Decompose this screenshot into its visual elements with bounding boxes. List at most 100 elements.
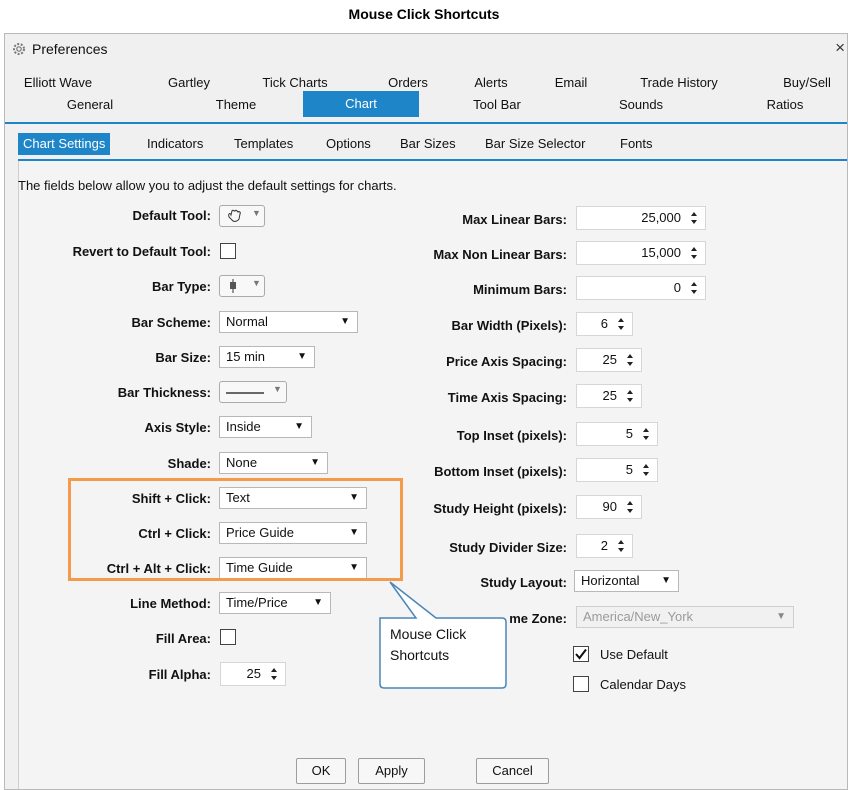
line-method-label: Line Method: [130,596,211,611]
spinner-arrows-icon[interactable] [689,279,699,297]
chevron-down-icon: ▼ [252,278,261,288]
cancel-button[interactable]: Cancel [476,758,549,784]
axis-style-select[interactable]: Inside ▼ [219,416,312,438]
ok-button[interactable]: OK [296,758,346,784]
use-default-label: Use Default [600,647,668,662]
max-linear-bars-value: 25,000 [641,210,681,225]
title-bar: Preferences × [5,34,847,64]
max-linear-bars-label: Max Linear Bars: [462,212,567,227]
max-non-linear-bars-spinner[interactable]: 15,000 [576,241,706,265]
window-title: Preferences [32,41,108,57]
study-divider-size-spinner[interactable]: 2 [576,534,633,558]
default-tool-select[interactable]: ▼ [219,205,265,227]
intro-text: The fields below allow you to adjust the… [18,178,397,193]
tab-ratios[interactable]: Ratios [753,95,817,115]
spinner-arrows-icon[interactable] [616,537,626,555]
max-non-linear-bars-value: 15,000 [641,245,681,260]
line-method-value: Time/Price [226,595,288,610]
page-caption: Mouse Click Shortcuts [348,6,500,22]
spinner-arrows-icon[interactable] [641,425,651,443]
tab-email[interactable]: Email [545,73,597,93]
subtab-options[interactable]: Options [321,133,376,155]
chevron-down-icon: ▼ [661,575,671,586]
tab-orders[interactable]: Orders [378,73,438,93]
spinner-arrows-icon[interactable] [269,665,279,683]
bar-size-select[interactable]: 15 min ▼ [219,346,315,368]
tab-tool-bar[interactable]: Tool Bar [459,95,535,115]
tab-gartley[interactable]: Gartley [160,73,218,93]
spinner-arrows-icon[interactable] [625,387,635,405]
bar-thickness-label: Bar Thickness: [117,385,211,400]
spinner-arrows-icon[interactable] [641,461,651,479]
top-inset-spinner[interactable]: 5 [576,422,658,446]
tab-trade-history[interactable]: Trade History [629,73,729,93]
chevron-down-icon: ▼ [340,316,350,327]
tab-sounds[interactable]: Sounds [608,95,674,115]
subtab-bar-sizes[interactable]: Bar Sizes [395,133,461,155]
fill-area-label: Fill Area: [155,631,211,646]
revert-default-tool-checkbox[interactable] [220,243,236,259]
use-default-checkbox[interactable] [573,646,589,662]
time-zone-select[interactable]: America/New_York ▼ [576,606,794,628]
bottom-inset-value: 5 [625,462,633,477]
spinner-arrows-icon[interactable] [625,351,635,369]
bar-size-label: Bar Size: [155,350,211,365]
spinner-arrows-icon[interactable] [689,209,699,227]
shade-select[interactable]: None ▼ [219,452,328,474]
callout-line-1: Mouse Click [390,626,467,642]
subtab-bar-size-selector[interactable]: Bar Size Selector [480,133,590,155]
minimum-bars-spinner[interactable]: 0 [576,276,706,300]
line-method-select[interactable]: Time/Price ▼ [219,592,331,614]
bar-width-spinner[interactable]: 6 [576,312,633,336]
bottom-inset-spinner[interactable]: 5 [576,458,658,482]
calendar-days-checkbox[interactable] [573,676,589,692]
subtab-templates[interactable]: Templates [229,133,298,155]
minimum-bars-value: 0 [673,280,681,295]
study-divider-size-value: 2 [600,538,608,553]
apply-button[interactable]: Apply [358,758,425,784]
bar-scheme-select[interactable]: Normal ▼ [219,311,358,333]
shade-label: Shade: [167,456,211,471]
bar-type-label: Bar Type: [152,279,211,294]
price-axis-spacing-label: Price Axis Spacing: [446,354,567,369]
study-layout-select[interactable]: Horizontal ▼ [574,570,679,592]
tab-general[interactable]: General [55,95,125,115]
axis-style-value: Inside [226,419,261,434]
fill-area-checkbox[interactable] [220,629,236,645]
spinner-arrows-icon[interactable] [689,244,699,262]
candlestick-icon [230,279,236,293]
subtab-indicators[interactable]: Indicators [142,133,208,155]
tab-tick-charts[interactable]: Tick Charts [252,73,338,93]
spinner-arrows-icon[interactable] [625,498,635,516]
time-zone-label: me Zone: [509,611,567,626]
chevron-down-icon: ▼ [252,208,261,218]
tab-theme[interactable]: Theme [203,95,269,115]
max-linear-bars-spinner[interactable]: 25,000 [576,206,706,230]
subtab-fonts[interactable]: Fonts [615,133,658,155]
subtab-chart-settings[interactable]: Chart Settings [18,133,111,155]
bar-width-value: 6 [600,316,608,331]
tab-elliott-wave[interactable]: Elliott Wave [15,73,101,93]
mouse-shortcuts-highlight [68,478,403,581]
chevron-down-icon: ▼ [313,597,323,608]
calendar-days-label: Calendar Days [600,677,686,692]
close-icon[interactable]: × [835,38,845,58]
chevron-down-icon: ▼ [776,611,786,622]
chevron-down-icon: ▼ [297,351,307,362]
shade-value: None [226,455,258,470]
fill-alpha-spinner[interactable]: 25 [220,662,286,686]
time-axis-spacing-spinner[interactable]: 25 [576,384,642,408]
minimum-bars-label: Minimum Bars: [473,282,567,297]
check-icon [575,648,587,660]
bar-thickness-select[interactable]: ▼ [219,381,287,403]
bar-scheme-value: Normal [226,314,268,329]
tab-buy-sell[interactable]: Buy/Sell [775,73,839,93]
chevron-down-icon: ▼ [273,384,282,394]
tab-divider [5,122,847,124]
tab-alerts[interactable]: Alerts [465,73,517,93]
price-axis-spacing-spinner[interactable]: 25 [576,348,642,372]
study-height-spinner[interactable]: 90 [576,495,642,519]
spinner-arrows-icon[interactable] [616,315,626,333]
bar-type-select[interactable]: ▼ [219,275,265,297]
tab-chart[interactable]: Chart [303,91,419,117]
